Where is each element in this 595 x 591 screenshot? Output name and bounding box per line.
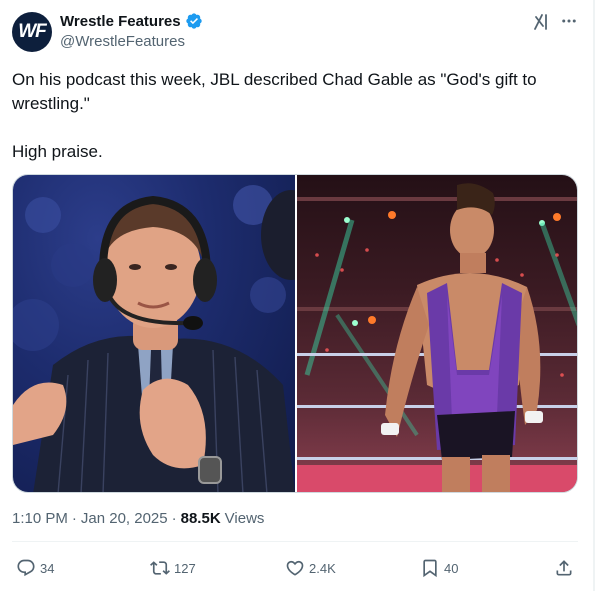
bookmark-icon bbox=[423, 559, 437, 578]
meta-separator: · bbox=[171, 510, 177, 527]
tweet-meta: 1:10 PM · Jan 20, 2025 · 88.5K Views bbox=[12, 510, 264, 527]
author-display-name[interactable]: Wrestle Features bbox=[60, 13, 181, 30]
bookmark-button[interactable]: 40 bbox=[420, 558, 458, 578]
ellipsis-icon bbox=[562, 19, 576, 23]
reply-icon bbox=[17, 559, 35, 577]
grok-icon[interactable] bbox=[532, 12, 552, 32]
views-count[interactable]: 88.5K bbox=[181, 510, 221, 527]
avatar-initials: WF bbox=[18, 21, 47, 42]
tweet-date[interactable]: Jan 20, 2025 bbox=[81, 510, 168, 527]
reply-count: 34 bbox=[40, 560, 55, 576]
more-icon[interactable] bbox=[558, 10, 580, 32]
gable-illustration bbox=[297, 183, 577, 492]
avatar[interactable]: WF bbox=[12, 12, 52, 52]
verified-badge-icon bbox=[185, 13, 202, 29]
tweet-card: WF Wrestle Features @WrestleFeatures On … bbox=[0, 0, 595, 591]
tweet-text-line: High praise. bbox=[12, 142, 103, 161]
repost-icon bbox=[150, 561, 170, 575]
share-button[interactable] bbox=[554, 558, 574, 578]
tweet-text-line: On his podcast this week, JBL described … bbox=[12, 70, 542, 113]
like-button[interactable]: 2.4K bbox=[285, 558, 336, 578]
repost-button[interactable]: 127 bbox=[150, 558, 196, 578]
author-name-row: Wrestle Features bbox=[60, 12, 203, 30]
jbl-illustration bbox=[13, 185, 295, 492]
author-handle[interactable]: @WrestleFeatures bbox=[60, 33, 185, 50]
chad-gable-ring-photo[interactable] bbox=[297, 175, 577, 492]
bookmark-count: 40 bbox=[444, 560, 459, 576]
media-grid bbox=[12, 174, 578, 493]
divider bbox=[12, 541, 578, 542]
tweet-time[interactable]: 1:10 PM bbox=[12, 510, 68, 527]
jbl-commentary-photo[interactable] bbox=[13, 175, 295, 492]
heart-icon bbox=[286, 560, 304, 576]
repost-count: 127 bbox=[174, 560, 196, 576]
views-label: Views bbox=[224, 510, 265, 527]
tweet-text: On his podcast this week, JBL described … bbox=[12, 68, 572, 188]
like-count: 2.4K bbox=[309, 560, 336, 576]
share-icon bbox=[556, 560, 572, 576]
reply-button[interactable]: 34 bbox=[16, 558, 54, 578]
meta-separator: · bbox=[71, 510, 77, 527]
